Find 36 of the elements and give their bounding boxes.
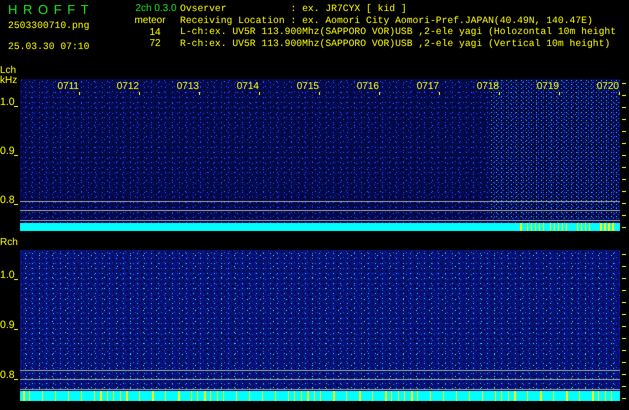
time-label: 0719 bbox=[536, 81, 559, 92]
axis-tick bbox=[14, 155, 18, 156]
axis-tick bbox=[14, 379, 18, 380]
channel-label: Lch bbox=[0, 66, 16, 76]
unit-label: kHz bbox=[0, 76, 18, 86]
axis-tick bbox=[14, 204, 18, 205]
time-label: 0717 bbox=[416, 81, 439, 92]
axis-tick bbox=[14, 279, 18, 280]
info-line: L-ch:ex. UV5R 113.900Mhz(SAPPORO VOR)USB ,2-ele yagi (Holozontal 10m height bbox=[180, 26, 618, 38]
timestamp: 25.03.30 07:10 bbox=[8, 41, 90, 53]
time-label: 0716 bbox=[356, 81, 379, 92]
meteor-count: 72 bbox=[148, 38, 161, 49]
frequency-label: 0.8 bbox=[0, 370, 15, 381]
frequency-label: 1.0 bbox=[0, 97, 15, 108]
frequency-label: 0.9 bbox=[0, 146, 15, 157]
channel-label: Rch bbox=[0, 238, 19, 248]
time-label: 0718 bbox=[476, 81, 499, 92]
time-label: 0715 bbox=[296, 81, 319, 92]
meteor-count: 14 bbox=[148, 27, 161, 38]
meteor-label: meteor bbox=[134, 15, 166, 27]
time-label: 0713 bbox=[176, 81, 199, 92]
app-name: H R O F F T bbox=[8, 3, 91, 17]
info-line: R-ch:ex. UV5R 113.900Mhz(SAPPORO VOR)USB ,2-ele yagi (Vertical 10m height) bbox=[180, 38, 612, 50]
time-label: 0711 bbox=[56, 81, 79, 92]
info-line: Ovserver : ex. JR7CYX [ kid ] bbox=[180, 3, 408, 15]
file-name: 2503300710.png bbox=[8, 20, 90, 32]
axis-tick bbox=[14, 329, 18, 330]
version-label: 2ch 0.3.0 bbox=[135, 3, 177, 15]
time-label: 0720 bbox=[596, 81, 619, 92]
frequency-label: 0.9 bbox=[0, 320, 15, 331]
time-label: 0712 bbox=[116, 81, 139, 92]
axis-tick bbox=[14, 106, 18, 107]
info-line: Receiving Location : ex. Aomori City Aomori-Pref.JAPAN(40.49N, 140.47E) bbox=[180, 14, 594, 26]
time-label: 0714 bbox=[236, 81, 259, 92]
frequency-label: 1.0 bbox=[0, 270, 15, 281]
frequency-label: 0.8 bbox=[0, 195, 15, 206]
